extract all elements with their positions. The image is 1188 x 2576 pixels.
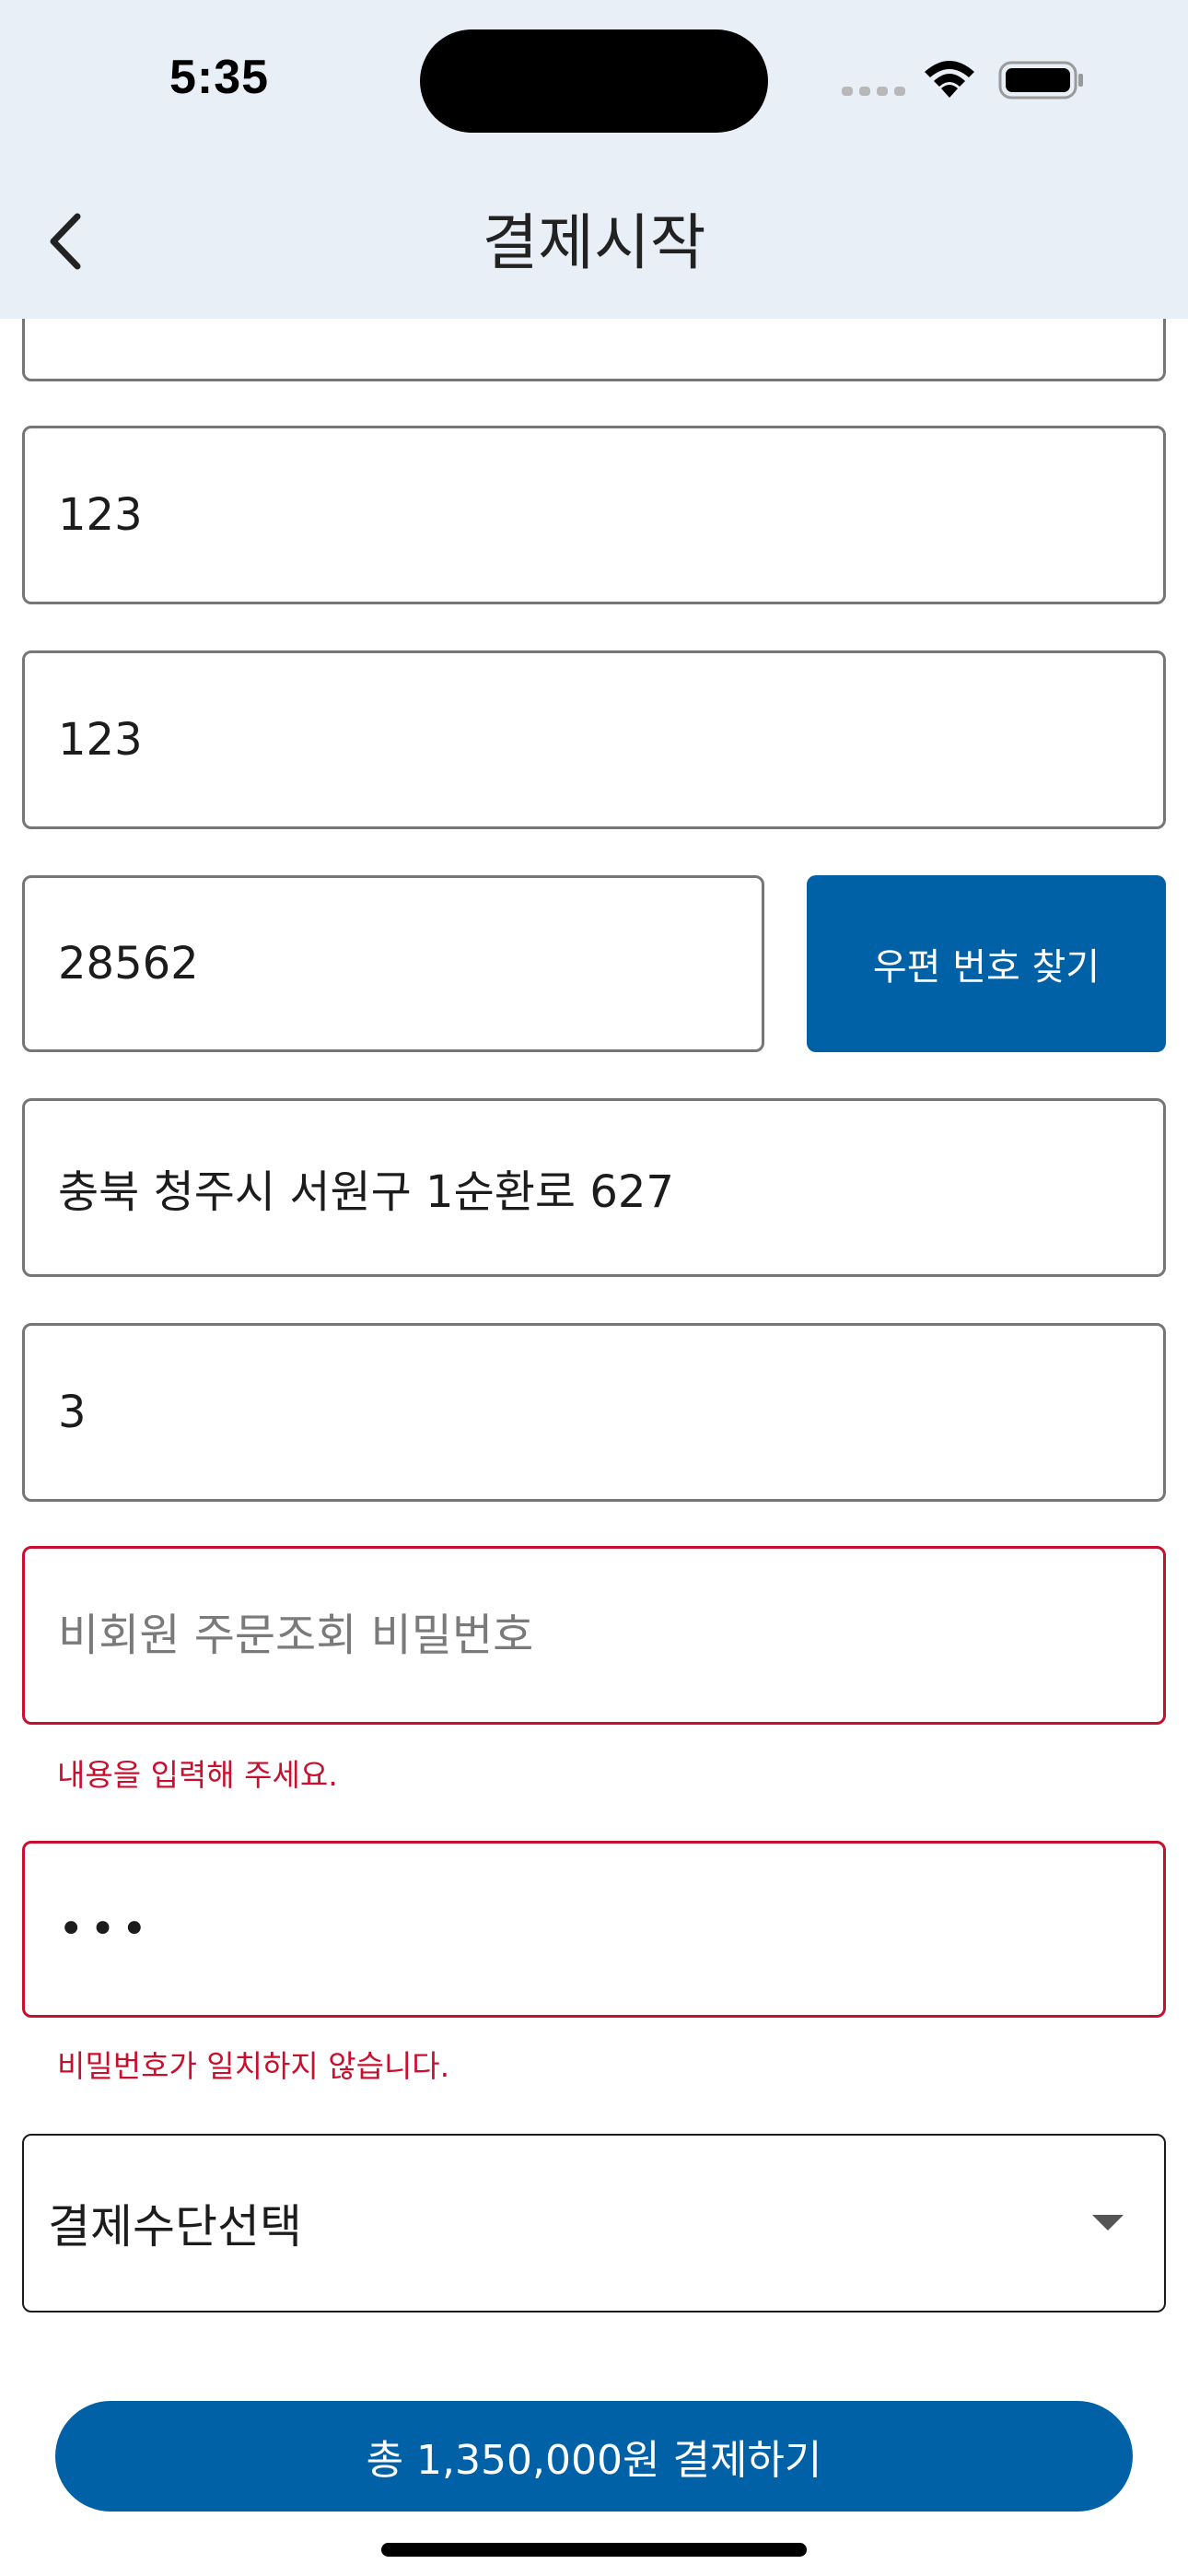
find-zip-button-label: 우편 번호 찾기 — [872, 946, 1101, 989]
text-field-2[interactable]: 123 — [22, 650, 1166, 829]
status-time: 5:35 — [169, 51, 270, 104]
app-header: 5:35 결제시작 — [0, 0, 1188, 319]
password-error-text: 내용을 입력해 주세요. — [57, 1757, 338, 1793]
text-field-2-value: 123 — [58, 714, 143, 766]
payment-method-selected: 결제수단선택 — [48, 2200, 302, 2254]
text-field-1-value: 123 — [58, 489, 143, 541]
password-confirm-value: ••• — [58, 1903, 153, 1955]
password-confirm-error-text: 비밀번호가 일치하지 않습니다. — [57, 2048, 450, 2084]
find-zip-button[interactable]: 우편 번호 찾기 — [807, 875, 1166, 1052]
guest-password-input[interactable] — [58, 1610, 1163, 1661]
zip-code-value: 28562 — [58, 938, 199, 989]
battery-icon — [998, 61, 1083, 100]
wifi-icon — [925, 61, 974, 98]
page-title: 결제시작 — [482, 207, 706, 278]
zip-code-field[interactable]: 28562 — [22, 875, 764, 1052]
address-detail-value: 3 — [58, 1387, 87, 1438]
text-field-1[interactable]: 123 — [22, 426, 1166, 604]
payment-method-select[interactable]: 결제수단선택 — [22, 2134, 1166, 2313]
password-confirm-field[interactable]: ••• — [22, 1841, 1166, 2018]
address-detail-field[interactable]: 3 — [22, 1323, 1166, 1502]
cellular-signal-icon — [842, 87, 905, 96]
dynamic-island — [420, 29, 768, 133]
pay-button[interactable]: 총 1,350,000원 결제하기 — [55, 2401, 1133, 2512]
pay-button-label: 총 1,350,000원 결제하기 — [366, 2437, 822, 2484]
guest-password-field[interactable] — [22, 1546, 1166, 1725]
address-value: 충북 청주시 서원구 1순환로 627 — [58, 1166, 674, 1218]
address-field[interactable]: 충북 청주시 서원구 1순환로 627 — [22, 1098, 1166, 1277]
home-indicator — [381, 2543, 807, 2557]
dropdown-caret-icon — [1092, 2215, 1124, 2231]
checkout-screen: 123 123 28562 우편 번호 찾기 충북 청주시 서원구 1순환로 6… — [0, 0, 1188, 2576]
